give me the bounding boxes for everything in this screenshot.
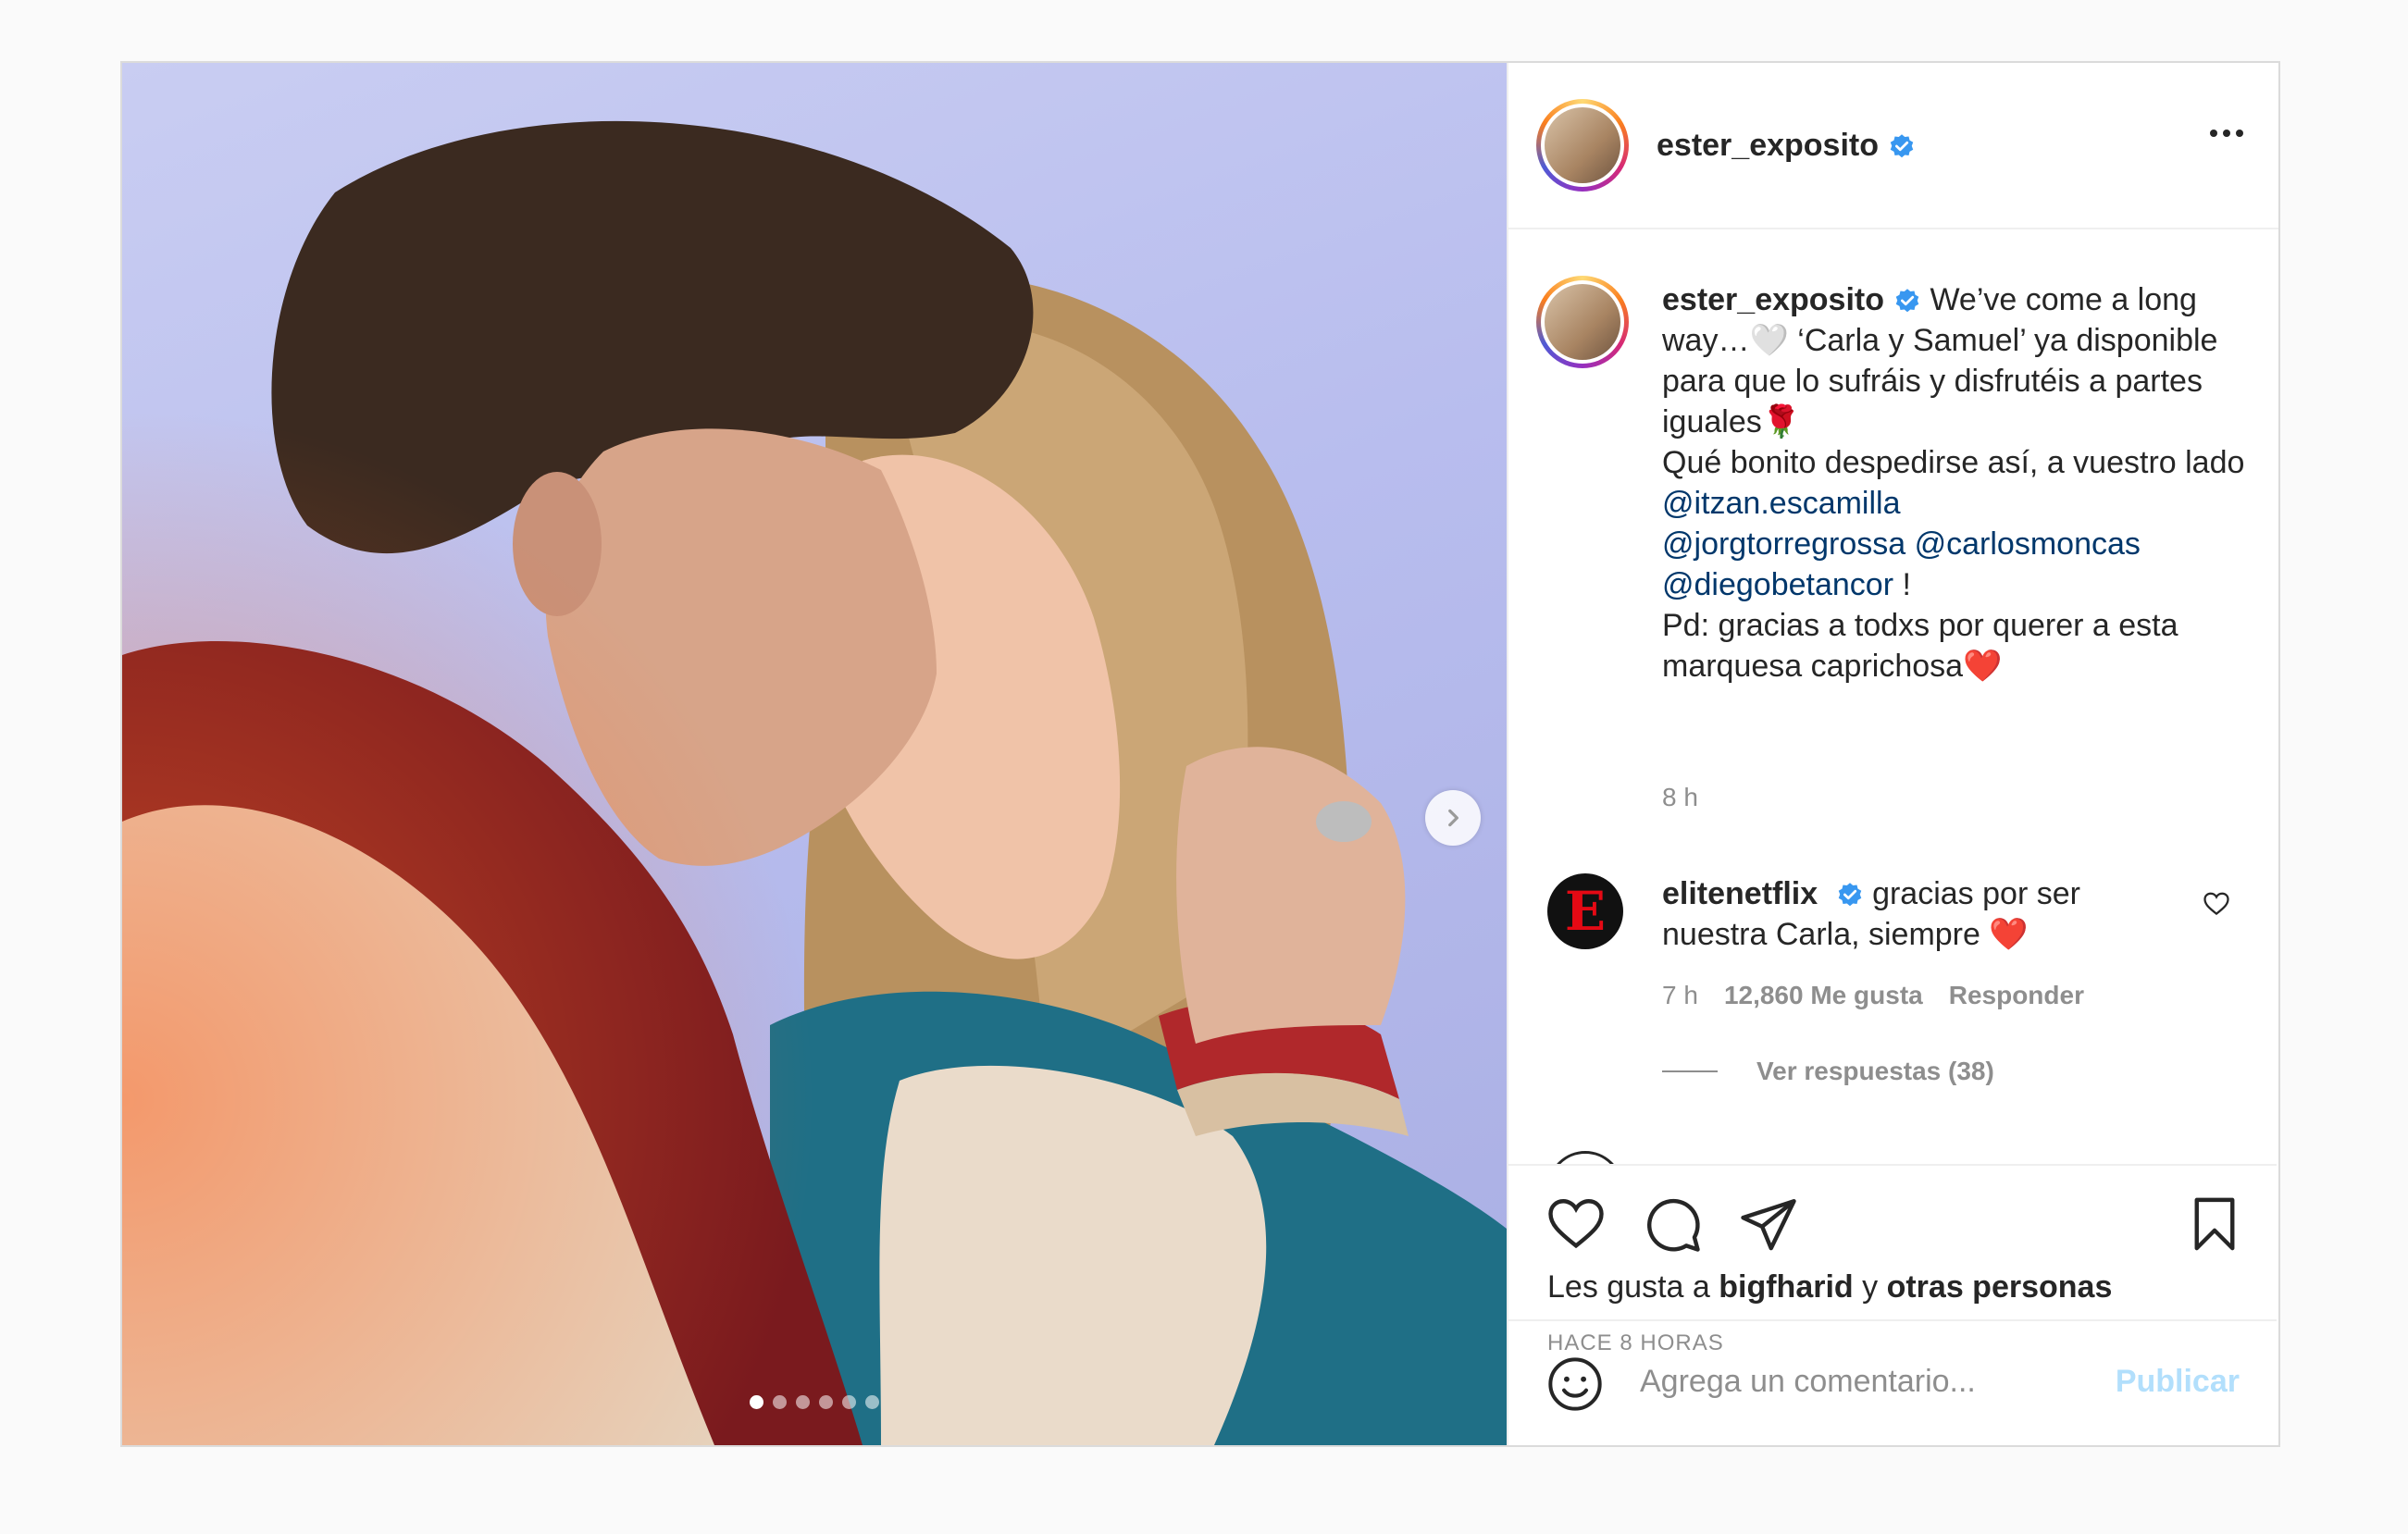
carousel-next-button[interactable] bbox=[1425, 790, 1481, 846]
carousel-indicator bbox=[750, 1395, 879, 1409]
comment-likes[interactable]: 12,860 Me gusta bbox=[1724, 981, 1923, 1009]
send-icon[interactable] bbox=[1738, 1194, 1799, 1255]
caption-text: ester_exposito We’ve come a long way…🤍 ‘… bbox=[1662, 282, 2245, 684]
chevron-right-icon bbox=[1448, 809, 1458, 827]
heart-icon[interactable] bbox=[1545, 1194, 1607, 1255]
likes-summary: Les gusta a bigfharid y otras personas bbox=[1547, 1269, 2113, 1305]
comment-icon[interactable] bbox=[1642, 1194, 1703, 1255]
author-avatar[interactable] bbox=[1536, 99, 1629, 192]
caption-username[interactable]: ester_exposito bbox=[1662, 282, 1884, 317]
bookmark-icon[interactable] bbox=[2184, 1194, 2245, 1255]
comment-input[interactable] bbox=[1638, 1353, 2104, 1410]
publish-button[interactable]: Publicar bbox=[2116, 1364, 2240, 1400]
post-header: ester_exposito bbox=[1508, 63, 2278, 229]
likers-list-link[interactable]: otras personas bbox=[1887, 1269, 2113, 1305]
carousel-dot bbox=[796, 1395, 810, 1409]
verified-badge-icon bbox=[1890, 133, 1914, 157]
carousel-dot bbox=[773, 1395, 787, 1409]
verified-badge-icon bbox=[1895, 289, 1919, 313]
comment-time[interactable]: 7 h bbox=[1662, 981, 1698, 1009]
carousel-dot bbox=[865, 1395, 879, 1409]
mention-link[interactable]: @diegobetancor bbox=[1662, 567, 1893, 602]
smiley-icon[interactable] bbox=[1545, 1355, 1605, 1414]
red-heart-emoji: ❤️ bbox=[1963, 649, 2003, 684]
post-photo bbox=[122, 63, 1507, 1445]
post-media bbox=[122, 63, 1507, 1445]
comment-composer: Publicar bbox=[1508, 1319, 2277, 1445]
comment-like-heart-icon[interactable] bbox=[2203, 890, 2230, 918]
mention-link[interactable]: @itzan.escamilla bbox=[1662, 486, 1901, 521]
comment-avatar[interactable]: E bbox=[1547, 873, 1623, 949]
comment-meta: 7 h 12,860 Me gusta Responder bbox=[1662, 981, 2110, 1010]
caption-time[interactable]: 8 h bbox=[1662, 783, 1698, 812]
reply-button[interactable]: Responder bbox=[1949, 981, 2084, 1009]
mention-link[interactable]: @carlosmoncas bbox=[1915, 526, 2141, 562]
next-comment-avatar[interactable] bbox=[1547, 1151, 1623, 1164]
carousel-dot bbox=[750, 1395, 763, 1409]
comments-scroll-area[interactable]: ester_exposito We’ve come a long way…🤍 ‘… bbox=[1508, 229, 2277, 1164]
caption-avatar[interactable] bbox=[1536, 276, 1629, 368]
verified-badge-icon bbox=[1838, 883, 1861, 907]
white-heart-emoji: 🤍 bbox=[1749, 323, 1789, 358]
rose-emoji: 🌹 bbox=[1761, 404, 1802, 439]
comment-text: elitenetflix gracias por ser nuestra Car… bbox=[1662, 876, 2080, 952]
post-sidebar: ester_exposito ester_exposito We’ve come… bbox=[1507, 63, 2278, 1445]
carousel-dot bbox=[842, 1395, 856, 1409]
comment-username[interactable]: elitenetflix bbox=[1662, 876, 1818, 911]
author-username[interactable]: ester_exposito bbox=[1657, 128, 1916, 164]
carousel-dot bbox=[819, 1395, 833, 1409]
mention-link[interactable]: @jorgtorregrossa bbox=[1662, 526, 1905, 562]
post-card: ester_exposito ester_exposito We’ve come… bbox=[120, 61, 2280, 1447]
more-options-icon[interactable] bbox=[2210, 130, 2243, 137]
red-heart-emoji: ❤️ bbox=[1989, 917, 2029, 952]
view-replies-button[interactable]: Ver respuestas (38) bbox=[1662, 1057, 1994, 1086]
liker-username[interactable]: bigfharid bbox=[1719, 1269, 1853, 1305]
